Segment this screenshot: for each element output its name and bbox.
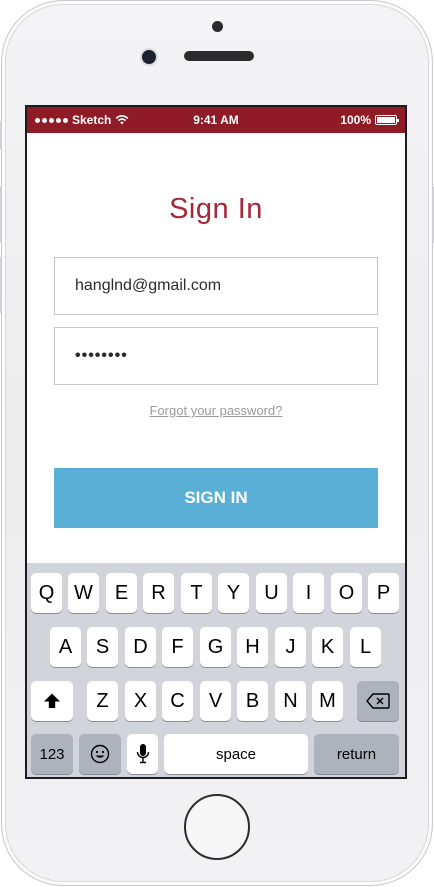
key-e[interactable]: E bbox=[106, 573, 137, 613]
key-q[interactable]: Q bbox=[31, 573, 62, 613]
key-a[interactable]: A bbox=[50, 627, 81, 667]
key-p[interactable]: P bbox=[368, 573, 399, 613]
email-field[interactable]: hanglnd@gmail.com bbox=[54, 257, 378, 315]
proximity-sensor bbox=[212, 21, 223, 32]
key-r[interactable]: R bbox=[143, 573, 174, 613]
key-z[interactable]: Z bbox=[87, 681, 118, 721]
status-right: 100% bbox=[340, 113, 399, 127]
email-value: hanglnd@gmail.com bbox=[75, 277, 222, 294]
key-s[interactable]: S bbox=[87, 627, 118, 667]
dictation-key[interactable] bbox=[127, 734, 158, 774]
key-d[interactable]: D bbox=[125, 627, 156, 667]
delete-icon bbox=[366, 693, 390, 709]
space-key[interactable]: space bbox=[164, 734, 308, 774]
status-bar: Sketch 9:41 AM 100% bbox=[27, 107, 405, 133]
mute-switch bbox=[0, 121, 2, 149]
emoji-icon bbox=[90, 744, 110, 764]
key-u[interactable]: U bbox=[256, 573, 287, 613]
key-m[interactable]: M bbox=[312, 681, 343, 721]
key-l[interactable]: L bbox=[350, 627, 381, 667]
key-o[interactable]: O bbox=[331, 573, 362, 613]
page-title: Sign In bbox=[169, 193, 263, 225]
emoji-key[interactable] bbox=[79, 734, 121, 774]
battery-percentage: 100% bbox=[340, 113, 371, 127]
earpiece-speaker bbox=[184, 51, 254, 61]
key-v[interactable]: V bbox=[200, 681, 231, 721]
key-j[interactable]: J bbox=[275, 627, 306, 667]
key-y[interactable]: Y bbox=[218, 573, 249, 613]
forgot-password-link[interactable]: Forgot your password? bbox=[27, 403, 405, 418]
key-k[interactable]: K bbox=[312, 627, 343, 667]
keyboard: Q W E R T Y U I O P A S D F G H J K L Z … bbox=[27, 563, 405, 777]
microphone-icon bbox=[136, 744, 149, 764]
key-b[interactable]: B bbox=[237, 681, 268, 721]
shift-icon bbox=[44, 693, 60, 708]
password-field[interactable]: •••••••• bbox=[54, 327, 378, 385]
return-key[interactable]: return bbox=[314, 734, 399, 774]
key-c[interactable]: C bbox=[162, 681, 193, 721]
shift-key[interactable] bbox=[31, 681, 73, 721]
numbers-key[interactable]: 123 bbox=[31, 734, 73, 774]
battery-icon bbox=[375, 115, 399, 125]
sign-in-button[interactable]: SIGN IN bbox=[54, 468, 378, 528]
home-button[interactable] bbox=[184, 794, 250, 860]
key-x[interactable]: X bbox=[125, 681, 156, 721]
key-g[interactable]: G bbox=[200, 627, 231, 667]
key-n[interactable]: N bbox=[275, 681, 306, 721]
volume-up-button bbox=[0, 187, 2, 243]
password-value: •••••••• bbox=[75, 347, 128, 364]
volume-down-button bbox=[0, 257, 2, 313]
key-t[interactable]: T bbox=[181, 573, 212, 613]
front-camera bbox=[142, 50, 156, 64]
key-w[interactable]: W bbox=[68, 573, 99, 613]
screen: Sketch 9:41 AM 100% Sign In hanglnd@gmai… bbox=[25, 105, 407, 779]
key-h[interactable]: H bbox=[237, 627, 268, 667]
delete-key[interactable] bbox=[357, 681, 399, 721]
key-f[interactable]: F bbox=[162, 627, 193, 667]
key-i[interactable]: I bbox=[293, 573, 324, 613]
